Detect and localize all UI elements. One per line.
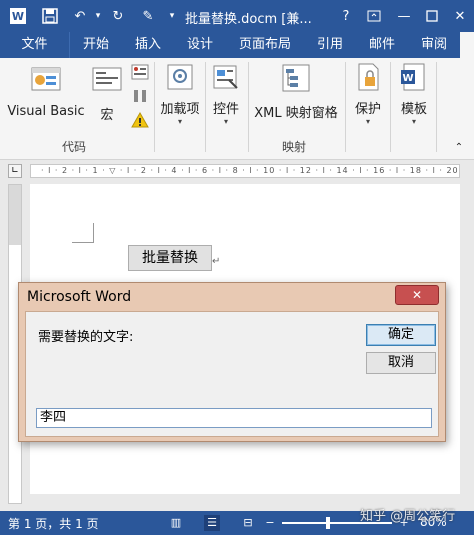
close-icon[interactable]: ✕ xyxy=(448,4,472,28)
record-macro-icon[interactable] xyxy=(130,64,150,82)
dialog-close-button[interactable]: ✕ xyxy=(395,285,439,305)
vertical-ruler-margin xyxy=(9,185,21,245)
cancel-button[interactable]: 取消 xyxy=(366,352,436,374)
collapse-ribbon-icon[interactable]: ⌃ xyxy=(452,142,466,156)
separator xyxy=(345,62,346,152)
ribbon-tabs: 文件 开始 插入 设计 页面布局 引用 邮件 审阅 xyxy=(0,32,474,58)
template-label: 模板 xyxy=(400,102,427,117)
protect-icon xyxy=(353,62,383,92)
controls-button[interactable]: 控件 ▾ xyxy=(206,62,246,136)
addins-button[interactable]: 加载项 ▾ xyxy=(156,62,204,136)
word-app-icon[interactable]: W xyxy=(8,6,28,26)
ok-button[interactable]: 确定 xyxy=(366,324,436,346)
tab-file[interactable]: 文件 xyxy=(0,32,70,58)
svg-text:W: W xyxy=(402,73,413,84)
zoom-slider-thumb[interactable] xyxy=(326,517,330,529)
print-layout-icon[interactable]: ☰ xyxy=(204,515,220,531)
addins-dropdown-icon: ▾ xyxy=(177,117,182,126)
tab-insert[interactable]: 插入 xyxy=(124,32,172,58)
tab-developer-partial[interactable] xyxy=(460,32,474,58)
mapping-group-label: 映射 xyxy=(282,140,307,154)
separator xyxy=(248,62,249,152)
web-layout-icon[interactable]: ⊟ xyxy=(240,515,256,531)
help-icon[interactable]: ? xyxy=(334,4,358,28)
macros-button[interactable]: 宏 xyxy=(88,62,126,136)
separator xyxy=(390,62,391,152)
title-bar: W ↶ ▾ ↻ ✎ ▾ 批量替换.docm [兼... ? — ✕ xyxy=(0,0,474,32)
tab-references[interactable]: 引用 xyxy=(306,32,354,58)
minimize-icon[interactable]: — xyxy=(392,4,416,28)
xml-mapping-icon xyxy=(280,62,312,94)
batch-replace-command-button[interactable]: 批量替换 xyxy=(128,245,212,271)
xml-mapping-pane-button[interactable]: XML 映射窗格 xyxy=(250,62,342,136)
protect-button[interactable]: 保护 ▾ xyxy=(348,62,388,136)
input-dialog: Microsoft Word ✕ 需要替换的文字: 确定 取消 李四 xyxy=(18,282,446,442)
read-mode-icon[interactable]: ▥ xyxy=(168,515,184,531)
undo-dropdown-icon[interactable]: ▾ xyxy=(88,6,108,26)
document-template-icon: W xyxy=(399,62,429,92)
zoom-out-icon[interactable]: − xyxy=(262,515,278,531)
macros-icon xyxy=(90,62,124,96)
macro-security-icon[interactable] xyxy=(130,111,150,130)
dialog-prompt: 需要替换的文字: xyxy=(38,330,134,345)
page-count[interactable]: 第 1 页，共 1 页 xyxy=(8,515,99,532)
template-button[interactable]: W 模板 ▾ xyxy=(394,62,434,136)
ribbon-display-options-icon[interactable] xyxy=(362,4,386,28)
horizontal-ruler[interactable]: · l · 2 · l · 1 · ▽ · l · 2 · l · 4 · l … xyxy=(30,164,460,178)
redo-icon[interactable]: ↻ xyxy=(108,6,128,26)
xml-mapping-label: XML 映射窗格 xyxy=(254,106,338,121)
controls-dropdown-icon: ▾ xyxy=(223,117,228,126)
customize-qat-icon[interactable]: ▾ xyxy=(162,6,182,26)
protect-label: 保护 xyxy=(354,102,381,117)
window-title: 批量替换.docm [兼... xyxy=(185,12,312,27)
ribbon: Visual Basic 宏 代码 加载项 ▾ 控件 ▾ XML 映射窗格 映射… xyxy=(0,58,474,160)
save-icon[interactable] xyxy=(40,6,60,26)
addins-icon xyxy=(165,62,195,92)
watermark: 知乎 @周公笑行 xyxy=(360,509,456,524)
tab-review[interactable]: 审阅 xyxy=(410,32,458,58)
maximize-icon[interactable] xyxy=(420,4,444,28)
dialog-body: 需要替换的文字: 确定 取消 李四 xyxy=(25,311,439,437)
separator xyxy=(154,62,155,152)
protect-dropdown-icon: ▾ xyxy=(365,117,370,126)
dialog-title: Microsoft Word xyxy=(27,289,132,305)
tab-design[interactable]: 设计 xyxy=(176,32,224,58)
margin-corner-mark xyxy=(72,223,94,243)
pause-recording-icon[interactable] xyxy=(130,88,150,106)
macros-label: 宏 xyxy=(100,108,114,123)
tab-home[interactable]: 开始 xyxy=(72,32,120,58)
controls-label: 控件 xyxy=(212,102,239,117)
format-painter-icon[interactable]: ✎ xyxy=(138,6,158,26)
visual-basic-label: Visual Basic xyxy=(7,104,85,119)
tab-selector-icon[interactable]: ∟ xyxy=(8,164,22,178)
replace-text-input[interactable]: 李四 xyxy=(36,408,432,428)
svg-text:W: W xyxy=(12,10,24,23)
addins-label: 加载项 xyxy=(160,102,200,117)
template-dropdown-icon: ▾ xyxy=(411,117,416,126)
code-group-label: 代码 xyxy=(62,140,87,154)
separator xyxy=(436,62,437,152)
visual-basic-icon xyxy=(28,62,64,96)
horizontal-ruler-area: ∟ · l · 2 · l · 1 · ▽ · l · 2 · l · 4 · … xyxy=(0,160,474,182)
paragraph-mark-icon: ↵ xyxy=(212,256,221,267)
tab-mailings[interactable]: 邮件 xyxy=(358,32,406,58)
controls-icon xyxy=(211,62,241,92)
visual-basic-button[interactable]: Visual Basic xyxy=(6,62,86,136)
tab-page-layout[interactable]: 页面布局 xyxy=(230,32,300,58)
undo-icon[interactable]: ↶ xyxy=(70,6,90,26)
